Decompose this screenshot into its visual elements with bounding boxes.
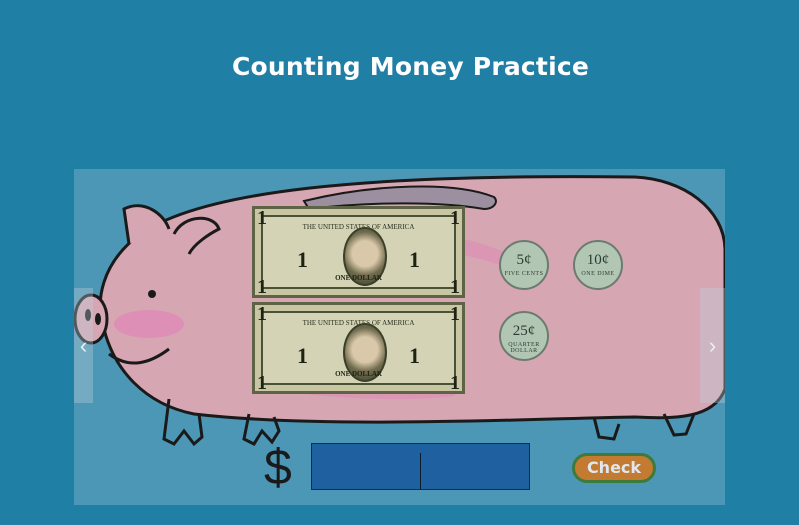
bill-corner-value: 1 bbox=[257, 372, 267, 394]
coin-value: 25¢ bbox=[512, 323, 536, 339]
coin-label: ONE DIME bbox=[581, 271, 615, 277]
coin-label: QUARTER DOLLAR bbox=[508, 342, 540, 354]
bill-value: 1 bbox=[297, 343, 308, 368]
quarter-coin[interactable]: 25¢ QUARTER DOLLAR bbox=[499, 311, 549, 361]
page-title: Counting Money Practice bbox=[231, 52, 590, 81]
bill-value: 1 bbox=[409, 343, 420, 368]
dollar-bill[interactable]: THE UNITED STATES OF AMERICA 1 1 ONE DOL… bbox=[252, 302, 465, 394]
bill-corner-value: 1 bbox=[257, 207, 267, 229]
bill-corner-value: 1 bbox=[450, 207, 460, 229]
text-cursor bbox=[420, 453, 421, 489]
bill-corner-value: 1 bbox=[450, 276, 460, 298]
coin-value: 5¢ bbox=[516, 252, 532, 268]
bill-value: 1 bbox=[409, 247, 420, 272]
currency-symbol: $ bbox=[264, 439, 292, 495]
chevron-left-icon: ‹ bbox=[79, 333, 88, 358]
check-button[interactable]: Check bbox=[572, 453, 656, 483]
bill-value: 1 bbox=[297, 247, 308, 272]
bill-corner-value: 1 bbox=[257, 276, 267, 298]
dollar-bill[interactable]: THE UNITED STATES OF AMERICA 1 1 ONE DOL… bbox=[252, 206, 465, 298]
bill-corner-value: 1 bbox=[450, 303, 460, 325]
coin-value: 10¢ bbox=[586, 252, 610, 268]
nickel-coin[interactable]: 5¢ FIVE CENTS bbox=[499, 240, 549, 290]
previous-slide-button[interactable]: ‹ bbox=[74, 288, 93, 403]
dime-coin[interactable]: 10¢ ONE DIME bbox=[573, 240, 623, 290]
answer-input[interactable] bbox=[311, 443, 530, 490]
bill-corner-value: 1 bbox=[450, 372, 460, 394]
coin-label: FIVE CENTS bbox=[504, 271, 544, 277]
bill-label: ONE DOLLAR bbox=[335, 274, 382, 282]
bill-label: ONE DOLLAR bbox=[335, 370, 382, 378]
bill-corner-value: 1 bbox=[257, 303, 267, 325]
next-slide-button[interactable]: › bbox=[700, 288, 725, 403]
chevron-right-icon: › bbox=[708, 333, 717, 358]
